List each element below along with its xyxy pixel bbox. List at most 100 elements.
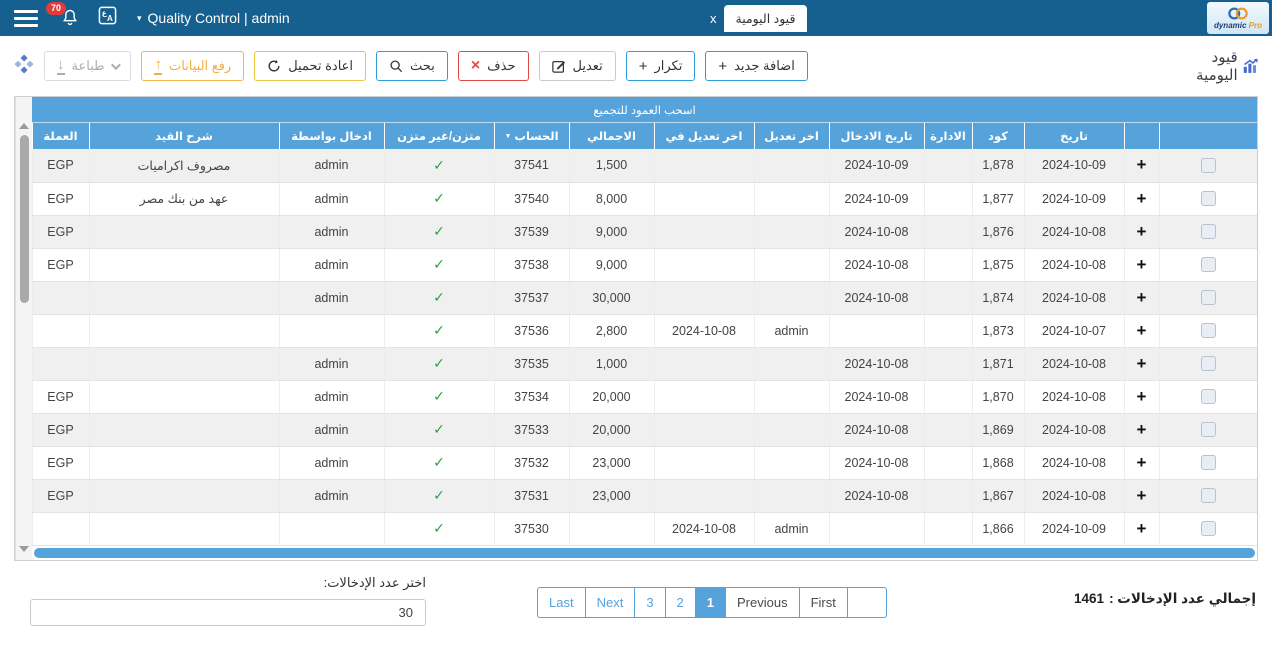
cell-expand [1124, 182, 1159, 215]
app-logo[interactable]: dynamic Pro [1207, 2, 1269, 34]
col-header-entry_date[interactable]: تاريخ الادخال [829, 123, 924, 149]
row-checkbox[interactable] [1201, 356, 1216, 371]
cell-entered_by: admin [279, 248, 384, 281]
row-checkbox[interactable] [1201, 158, 1216, 173]
search-button[interactable]: بحث [376, 51, 448, 81]
total-entries-value: 1461 [1074, 591, 1104, 607]
cell-dept [924, 248, 972, 281]
add-new-button[interactable]: + اضافة جديد [705, 51, 807, 81]
row-checkbox[interactable] [1201, 323, 1216, 338]
table-row[interactable]: 2024-10-071,873admin2024-10-082,80037536 [32, 314, 1257, 347]
cell-balanced [384, 347, 494, 380]
table-row[interactable]: 2024-10-081,8762024-10-089,00037539admin… [32, 215, 1257, 248]
horizontal-scrollbar[interactable] [34, 548, 1255, 559]
col-header-entered_by[interactable]: ادخال بواسطة [279, 123, 384, 149]
tab-daily-entries[interactable]: قيود اليومية [724, 5, 808, 32]
row-expand-icon[interactable] [1137, 189, 1147, 208]
col-header-modified_at[interactable]: اخر تعديل في [654, 123, 754, 149]
row-expand-icon[interactable] [1137, 255, 1147, 274]
row-checkbox[interactable] [1201, 191, 1216, 206]
row-expand-icon[interactable] [1137, 519, 1147, 538]
cell-total: 23,000 [569, 446, 654, 479]
table-row[interactable]: 2024-10-081,8692024-10-0820,00037533admi… [32, 413, 1257, 446]
cell-currency: EGP [32, 446, 89, 479]
row-expand-icon[interactable] [1137, 486, 1147, 505]
group-by-drop-zone[interactable]: اسحب العمود للتجميع [32, 97, 1257, 123]
row-checkbox[interactable] [1201, 290, 1216, 305]
edit-button[interactable]: تعديل [539, 51, 616, 81]
reload-button[interactable]: اعادة تحميل [254, 51, 366, 81]
page-2-button[interactable]: 2 [665, 587, 696, 618]
scrollbar-thumb[interactable] [20, 135, 29, 303]
table-row[interactable]: 2024-10-081,8672024-10-0823,00037531admi… [32, 479, 1257, 512]
col-header-dept[interactable]: الادارة [924, 123, 972, 149]
page-1-button-active[interactable]: 1 [695, 587, 726, 618]
balanced-check-icon [433, 388, 445, 404]
vertical-scrollbar[interactable] [15, 97, 32, 560]
notifications-bell[interactable]: 70 [60, 8, 80, 28]
row-expand-icon[interactable] [1137, 321, 1147, 340]
drag-move-icon[interactable] [14, 54, 34, 79]
col-header-code[interactable]: كود [972, 123, 1024, 149]
row-expand-icon[interactable] [1137, 453, 1147, 472]
row-expand-icon[interactable] [1137, 222, 1147, 241]
row-expand-icon[interactable] [1137, 420, 1147, 439]
cell-date: 2024-10-08 [1024, 248, 1124, 281]
table-row[interactable]: 2024-10-081,8712024-10-081,00037535admin [32, 347, 1257, 380]
cell-date: 2024-10-08 [1024, 479, 1124, 512]
table-row[interactable]: 2024-10-081,8742024-10-0830,00037537admi… [32, 281, 1257, 314]
col-header-total[interactable]: الاجمالي [569, 123, 654, 149]
table-header-row: تاريخكودالادارةتاريخ الادخالاخر تعديلاخر… [32, 123, 1257, 149]
col-header-currency[interactable]: العملة [32, 123, 89, 149]
page-last-button[interactable]: Last [537, 587, 586, 618]
cell-entry_date: 2024-10-08 [829, 248, 924, 281]
row-checkbox[interactable] [1201, 257, 1216, 272]
col-header-description[interactable]: شرح القيد [89, 123, 279, 149]
cell-select [1159, 215, 1257, 248]
row-checkbox[interactable] [1201, 455, 1216, 470]
hamburger-menu-icon[interactable] [14, 6, 38, 31]
cell-currency: EGP [32, 149, 89, 182]
page-previous-button[interactable]: Previous [725, 587, 800, 618]
print-button[interactable]: ↓ طباعة [44, 51, 131, 81]
page-first-button[interactable]: First [799, 587, 848, 618]
table-row[interactable]: 2024-10-081,8752024-10-089,00037538admin… [32, 248, 1257, 281]
row-checkbox[interactable] [1201, 488, 1216, 503]
table-row[interactable]: 2024-10-081,8702024-10-0820,00037534admi… [32, 380, 1257, 413]
scroll-down-arrow[interactable] [19, 546, 29, 552]
row-expand-icon[interactable] [1137, 387, 1147, 406]
row-checkbox[interactable] [1201, 389, 1216, 404]
row-expand-icon[interactable] [1137, 155, 1147, 174]
col-header-expand[interactable] [1124, 123, 1159, 149]
col-header-modified_by[interactable]: اخر تعديل [754, 123, 829, 149]
cell-total: 1,500 [569, 149, 654, 182]
page-size-input[interactable] [30, 599, 426, 626]
row-checkbox[interactable] [1201, 422, 1216, 437]
cell-balanced [384, 248, 494, 281]
cell-account: 37531 [494, 479, 569, 512]
scroll-up-arrow[interactable] [19, 123, 29, 129]
page-next-button[interactable]: Next [585, 587, 636, 618]
tab-close-icon[interactable]: x [710, 11, 717, 26]
row-checkbox[interactable] [1201, 521, 1216, 536]
cell-currency: EGP [32, 248, 89, 281]
user-account-menu[interactable]: ▾ Quality Control | admin [137, 10, 290, 26]
language-switch-icon[interactable]: ع A [98, 6, 117, 30]
col-header-date[interactable]: تاريخ [1024, 123, 1124, 149]
table-row[interactable]: 2024-10-091,8772024-10-098,00037540admin… [32, 182, 1257, 215]
delete-button[interactable]: × حذف [458, 51, 529, 81]
balanced-check-icon [433, 322, 445, 338]
duplicate-button[interactable]: + تكرار [626, 51, 696, 81]
cell-modified_by [754, 149, 829, 182]
upload-data-button[interactable]: ↑ رفع البيانات [141, 51, 244, 81]
col-header-balanced[interactable]: متزن/غير متزن [384, 123, 494, 149]
col-header-account[interactable]: الحساب▼ [494, 123, 569, 149]
row-expand-icon[interactable] [1137, 354, 1147, 373]
row-checkbox[interactable] [1201, 224, 1216, 239]
table-row[interactable]: 2024-10-091,8782024-10-091,50037541admin… [32, 149, 1257, 182]
row-expand-icon[interactable] [1137, 288, 1147, 307]
page-3-button[interactable]: 3 [634, 587, 665, 618]
table-row[interactable]: 2024-10-081,8682024-10-0823,00037532admi… [32, 446, 1257, 479]
table-row[interactable]: 2024-10-091,866admin2024-10-0837530 [32, 512, 1257, 545]
col-header-select[interactable] [1159, 123, 1257, 149]
